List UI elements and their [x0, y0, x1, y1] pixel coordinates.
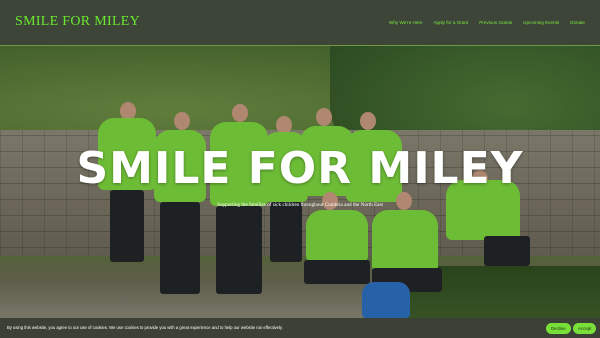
nav-why-we-are-here[interactable]: Why We're Here	[389, 20, 422, 25]
hero-subtitle: Supporting the families of sick children…	[217, 202, 383, 208]
site-logo[interactable]: SMILE FOR MILEY	[15, 14, 140, 30]
cookie-message: By using this website, you agree to our …	[7, 325, 283, 330]
nav-donate[interactable]: Donate	[570, 20, 585, 25]
site-header: SMILE FOR MILEY Why We're Here Apply for…	[0, 0, 600, 46]
cookie-banner: By using this website, you agree to our …	[0, 318, 600, 338]
nav-upcoming-events[interactable]: Upcoming Events	[523, 20, 559, 25]
hero-title: SMILE FOR MILEY	[76, 143, 524, 194]
cookie-decline-button[interactable]: Decline	[546, 323, 571, 334]
main-nav: Why We're Here Apply for a Grant Previou…	[389, 20, 585, 25]
nav-previous-grants[interactable]: Previous Grants	[479, 20, 512, 25]
hero-banner: SMILE FOR MILEY Supporting the families …	[0, 46, 600, 318]
cookie-accept-button[interactable]: Accept	[573, 323, 597, 334]
nav-apply-for-grant[interactable]: Apply for a Grant	[433, 20, 468, 25]
